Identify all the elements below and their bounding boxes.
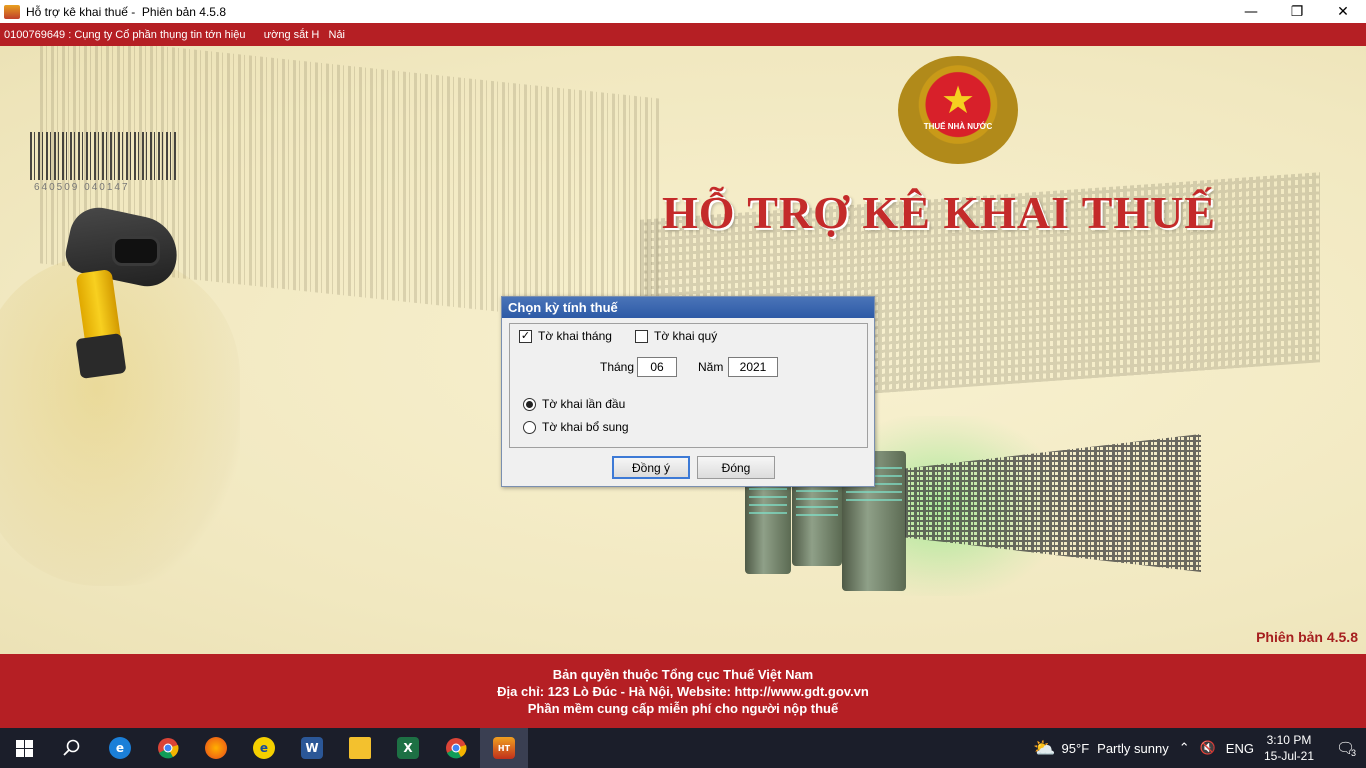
first-declaration-label: Tờ khai lần đầu — [542, 397, 626, 411]
search-icon[interactable] — [48, 728, 96, 768]
coccoc-browser-icon[interactable]: e — [240, 728, 288, 768]
copyright-line: Bản quyền thuộc Tổng cục Thuế Việt Nam — [552, 666, 814, 682]
ok-button[interactable]: Đồng ý — [612, 456, 690, 479]
show-hidden-icons-button[interactable]: ⌃ — [1179, 740, 1190, 756]
excel-icon[interactable]: X — [384, 728, 432, 768]
chrome-icon-2[interactable] — [432, 728, 480, 768]
supplement-declaration-label: Tờ khai bổ sung — [542, 420, 629, 434]
firefox-icon[interactable] — [192, 728, 240, 768]
version-label: Phiên bản 4.5.8 — [1256, 629, 1358, 645]
quarterly-checkbox-label: Tờ khai quý — [654, 329, 718, 343]
radio-selected-icon[interactable] — [523, 397, 536, 411]
scanner-lens-icon — [112, 236, 160, 266]
notification-center-button[interactable]: 🗨 3 — [1326, 728, 1366, 768]
company-info: 0100769649 : Cụng ty Cổ phần thụng tin t… — [4, 28, 346, 41]
notification-count: 3 — [1351, 748, 1357, 758]
minimize-button[interactable]: — — [1228, 0, 1274, 23]
dialog-close-button[interactable]: Đóng — [697, 456, 775, 479]
start-windows-icon[interactable] — [0, 728, 48, 768]
star-icon: ★ — [940, 79, 976, 122]
free-software-line: Phần mềm cung cấp miễn phí cho người nộp… — [527, 700, 839, 716]
month-input[interactable]: 06 — [637, 357, 677, 377]
window-title: Hỗ trợ kê khai thuế - Phiên bản 4.5.8 — [26, 4, 226, 19]
monthly-checkbox-label: Tờ khai tháng — [538, 329, 612, 343]
internet-explorer-icon[interactable]: e — [96, 728, 144, 768]
first-declaration-radio[interactable]: Tờ khai lần đầu — [523, 397, 625, 411]
quarterly-checkbox[interactable]: Tờ khai quý — [635, 329, 717, 343]
year-input[interactable]: 2021 — [728, 357, 778, 377]
period-groupbox: ✓ Tờ khai tháng Tờ khai quý Tháng 06 Năm… — [509, 323, 868, 448]
scanner-base-icon — [75, 332, 127, 380]
supplement-declaration-radio[interactable]: Tờ khai bổ sung — [523, 420, 629, 434]
language-indicator[interactable]: ENG — [1226, 741, 1254, 756]
restore-button[interactable]: ❐ — [1274, 0, 1320, 23]
copyright-footer: Bản quyền thuộc Tổng cục Thuế Việt Nam Đ… — [0, 654, 1366, 728]
app-banner-title: HỖ TRỢ KÊ KHAI THUẾ — [662, 187, 1217, 238]
monthly-checkbox[interactable]: ✓ Tờ khai tháng — [519, 329, 612, 343]
close-button[interactable]: ✕ — [1320, 0, 1366, 23]
scanner-shadow-graphic — [0, 256, 240, 586]
checkbox-checked-icon[interactable]: ✓ — [519, 329, 532, 343]
volume-muted-icon[interactable]: 🔇 — [1200, 740, 1216, 756]
radio-dot-icon — [526, 400, 533, 408]
clock-time: 3:10 PM — [1266, 733, 1312, 747]
tax-period-dialog: Chọn kỳ tính thuế ✓ Tờ khai tháng Tờ kha… — [501, 296, 875, 487]
clock[interactable]: 3:10 PM 15-Jul-21 — [1264, 732, 1314, 764]
htkk-app-icon[interactable]: HT — [480, 728, 528, 768]
speaker-icon: 🔇 — [1199, 740, 1216, 755]
tax-emblem-logo: ★ THUẾ NHÀ NƯỚC — [898, 56, 1018, 164]
radio-unselected-icon[interactable] — [523, 420, 536, 434]
barcode-graphic — [30, 132, 178, 180]
window-controls: — ❐ ✕ — [1228, 0, 1366, 23]
emblem-text: THUẾ NHÀ NƯỚC — [923, 121, 993, 131]
word-icon[interactable]: W — [288, 728, 336, 768]
address-line: Địa chỉ: 123 Lò Đúc - Hà Nội, Website: h… — [497, 683, 869, 699]
window-titlebar: Hỗ trợ kê khai thuế - Phiên bản 4.5.8 — … — [0, 0, 1366, 23]
file-explorer-icon[interactable] — [336, 728, 384, 768]
weather-widget[interactable]: ⛅ 95°F Partly sunny — [1033, 738, 1169, 759]
year-label: Năm — [698, 360, 724, 374]
month-label: Tháng — [600, 360, 635, 374]
clock-date: 15-Jul-21 — [1263, 749, 1314, 763]
barcode-number: 640509 040147 — [34, 182, 130, 193]
partly-sunny-icon: ⛅ — [1033, 737, 1056, 758]
dialog-title: Chọn kỳ tính thuế — [502, 297, 874, 318]
weather-temperature: 95°F — [1061, 740, 1090, 756]
system-tray: ⛅ 95°F Partly sunny ⌃ 🔇 ENG 3:10 PM 15-J… — [1033, 728, 1366, 768]
chrome-icon[interactable] — [144, 728, 192, 768]
checkbox-unchecked-icon[interactable] — [635, 329, 648, 343]
weather-description: Partly sunny — [1097, 740, 1169, 756]
app-logo-icon — [4, 4, 20, 19]
windows-taskbar: e e W X HT ⛅ 95°F Partly sunny ⌃ 🔇 ENG 3… — [0, 728, 1366, 768]
company-bar: 0100769649 : Cụng ty Cổ phần thụng tin t… — [0, 23, 1366, 46]
chevron-up-icon: ⌃ — [1178, 740, 1190, 755]
